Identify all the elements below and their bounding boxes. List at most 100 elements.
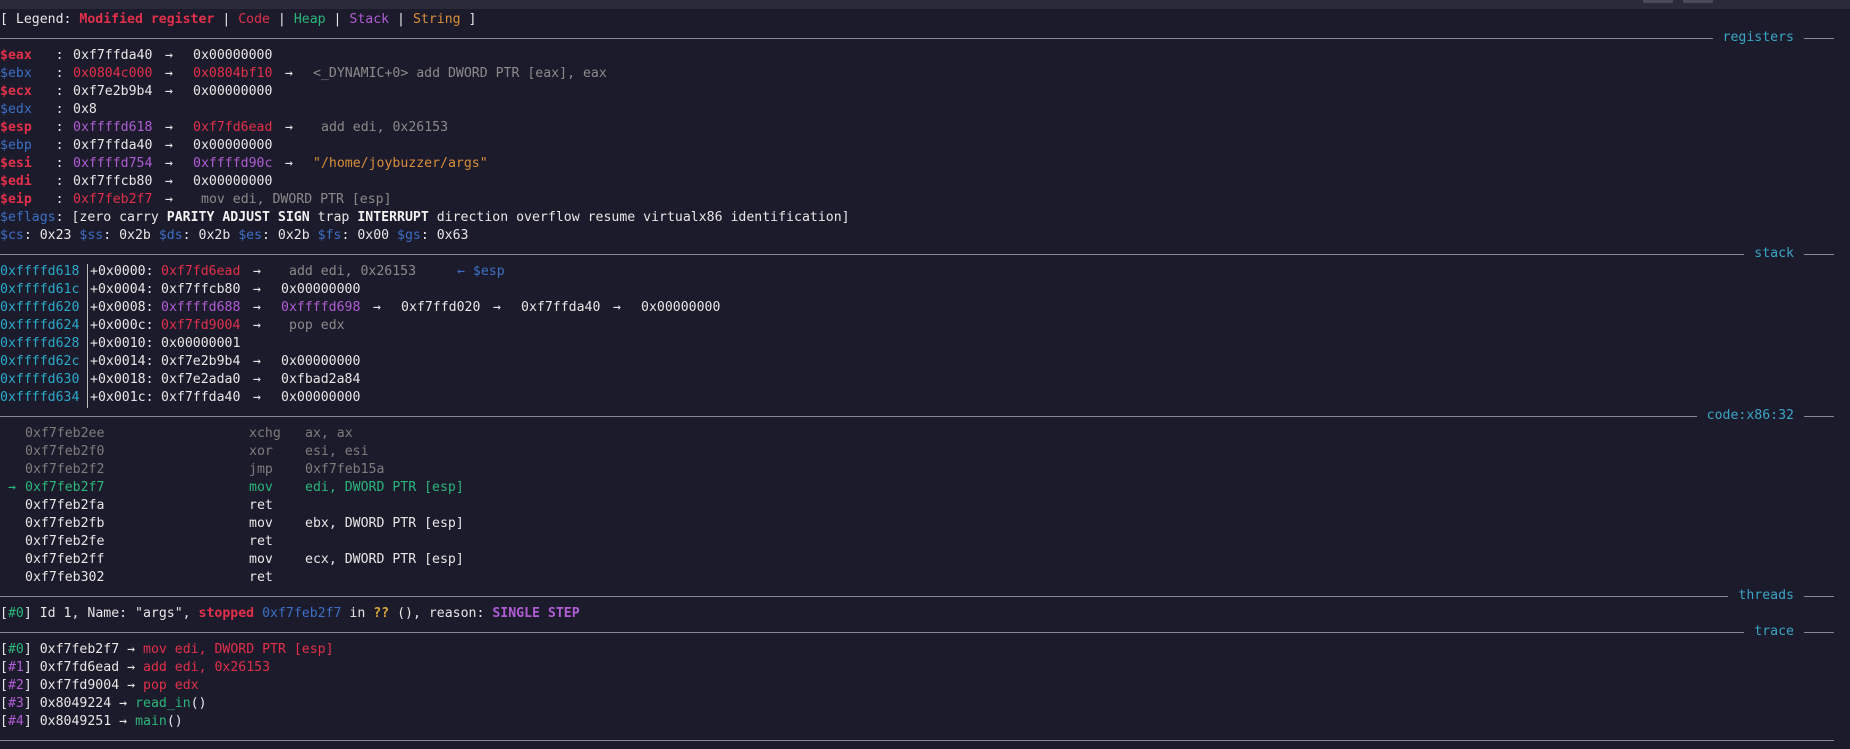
legend-separator: |	[325, 12, 350, 27]
eflags-flags-off: trap	[309, 210, 358, 225]
trace-index: #0	[7, 642, 24, 657]
arrow: →	[253, 318, 261, 333]
code-mnemonic: ret	[249, 498, 273, 513]
arrow: →	[285, 156, 293, 171]
thread-state: stopped	[198, 606, 255, 621]
register-deref-value: 0x00000000	[193, 48, 273, 63]
legend-stack: Stack	[349, 12, 390, 27]
legend-modified-register: Modified register	[79, 12, 215, 27]
thread-function: ??	[373, 606, 390, 621]
arrow: →	[127, 660, 136, 675]
register-deref-instruction: add edi, 0x26153	[321, 120, 449, 135]
stack-offset: +0x0004:	[90, 282, 162, 297]
stack-offset: +0x001c:	[90, 390, 162, 405]
register-eax: $eax : 0xf7ffda40 → 0x00000000	[0, 47, 272, 65]
stack-deref-instruction: add edi, 0x26153	[289, 264, 417, 279]
arrow: →	[613, 300, 621, 315]
register-esi: $esi : 0xffffd754 → 0xffffd90c → "/home/joyb…	[0, 155, 488, 173]
arrow: →	[285, 66, 293, 81]
trace-instruction: mov edi, DWORD PTR [esp]	[143, 642, 334, 657]
register-colon: :	[31, 66, 72, 81]
stack-row: 0xffffd630 +0x0018: 0xf7e2ada0 → 0xfbad2a84	[0, 371, 360, 389]
legend-line: [ Legend: Modified register | Code | Hea…	[0, 11, 476, 29]
trace-row[interactable]: [#4] 0x8049251 → main()	[0, 713, 183, 731]
stack-value: 0xf7fd9004	[161, 318, 241, 333]
stack-deref-instruction: pop edx	[289, 318, 345, 333]
stack-deref-value: 0x00000000	[281, 354, 361, 369]
arrow: →	[165, 48, 173, 63]
stack-separator: stack	[0, 245, 1834, 263]
arrow: →	[119, 696, 128, 711]
top-bar-tab[interactable]	[1643, 0, 1673, 3]
register-value: 0xf7ffda40	[73, 138, 153, 153]
eflags-flags-off: direction overflow resume virtualx86 ide…	[428, 210, 850, 225]
trace-index: #4	[7, 714, 24, 729]
stack-address: 0xffffd624	[0, 318, 80, 333]
arrow: →	[165, 174, 173, 189]
thread-index: #0	[7, 606, 24, 621]
legend-separator: |	[269, 12, 294, 27]
trace-parens: ()	[190, 696, 207, 711]
register-colon: :	[31, 174, 72, 189]
stack-address: 0xffffd630	[0, 372, 80, 387]
register-deref-instruction: mov edi, DWORD PTR [esp]	[201, 192, 392, 207]
arrow: →	[253, 372, 261, 387]
stack-deref-value: 0x00000000	[281, 390, 361, 405]
trace-instruction: pop edx	[143, 678, 199, 693]
segment-value: : 0x2b	[262, 228, 318, 243]
register-eip: $eip : 0xf7feb2f7 → mov edi, DWORD PTR [es…	[0, 191, 392, 209]
stack-section-label: stack	[1744, 245, 1804, 263]
stack-row: 0xffffd628 +0x0010: 0x00000001	[0, 335, 240, 353]
code-mnemonic: mov	[249, 516, 273, 531]
legend-open: [ Legend:	[0, 12, 80, 27]
code-address: 0xf7feb2ee	[25, 426, 105, 441]
stack-offset: +0x0010:	[90, 336, 162, 351]
code-address: 0xf7feb2f7	[25, 480, 105, 495]
eflags-open: : [	[55, 210, 80, 225]
arrow: →	[253, 264, 261, 279]
segment-name: $ss	[79, 228, 104, 243]
thread-info: Id 1, Name: "args",	[31, 606, 199, 621]
trace-address: 0x8049224	[39, 696, 112, 711]
arrow: →	[253, 354, 261, 369]
code-mnemonic: ret	[249, 570, 273, 585]
trace-row[interactable]: [#3] 0x8049224 → read_in()	[0, 695, 207, 713]
segment-name: $cs	[0, 228, 24, 243]
register-ecx: $ecx : 0xf7e2b9b4 → 0x00000000	[0, 83, 272, 101]
trace-index: #1	[7, 660, 24, 675]
register-name: $edx	[0, 102, 32, 117]
segment-registers: $cs: 0x23 $ss: 0x2b $ds: 0x2b $es: 0x2b …	[0, 227, 469, 245]
trace-row[interactable]: [#2] 0xf7fd9004 → pop edx	[0, 677, 199, 695]
arrow: →	[165, 156, 173, 171]
register-edx: $edx : 0x8	[0, 101, 97, 119]
register-colon: :	[31, 156, 72, 171]
stack-address: 0xffffd620	[0, 300, 80, 315]
register-esp: $esp : 0xffffd618 → 0xf7fd6ead → add edi, 0x…	[0, 119, 448, 137]
stack-row: 0xffffd634 +0x001c: 0xf7ffda40 → 0x00000000	[0, 389, 360, 407]
code-mnemonic: jmp	[249, 462, 273, 477]
code-operands: edi, DWORD PTR [esp]	[305, 480, 464, 495]
code-mnemonic: xchg	[249, 426, 281, 441]
register-value: 0xffffd754	[73, 156, 153, 171]
stack-deref-value: 0xffffd698	[281, 300, 361, 315]
segment-value: : 0x2b	[103, 228, 159, 243]
code-address: 0xf7feb2fb	[25, 516, 105, 531]
trace-address: 0xf7feb2f7	[39, 642, 120, 657]
stack-deref-value: 0xf7ffd020	[401, 300, 481, 315]
arrow: →	[165, 192, 173, 207]
segment-value: : 0x00	[341, 228, 398, 243]
register-value: 0x8	[73, 102, 97, 117]
thread-row[interactable]: [#0] Id 1, Name: "args", stopped 0xf7feb…	[0, 605, 580, 623]
thread-reason: SINGLE STEP	[492, 606, 580, 621]
trace-row[interactable]: [#0] 0xf7feb2f7 → mov edi, DWORD PTR [es…	[0, 641, 334, 659]
trace-instruction: add edi, 0x26153	[143, 660, 271, 675]
bottom-separator	[0, 731, 1834, 749]
arrow: →	[165, 138, 173, 153]
trace-index: #2	[7, 678, 24, 693]
stack-offset: +0x0014:	[90, 354, 162, 369]
trace-row[interactable]: [#1] 0xf7fd6ead → add edi, 0x26153	[0, 659, 270, 677]
code-mnemonic: mov	[249, 480, 273, 495]
register-colon: :	[31, 138, 72, 153]
arrow: →	[127, 678, 136, 693]
top-bar-tab[interactable]	[1683, 0, 1713, 3]
